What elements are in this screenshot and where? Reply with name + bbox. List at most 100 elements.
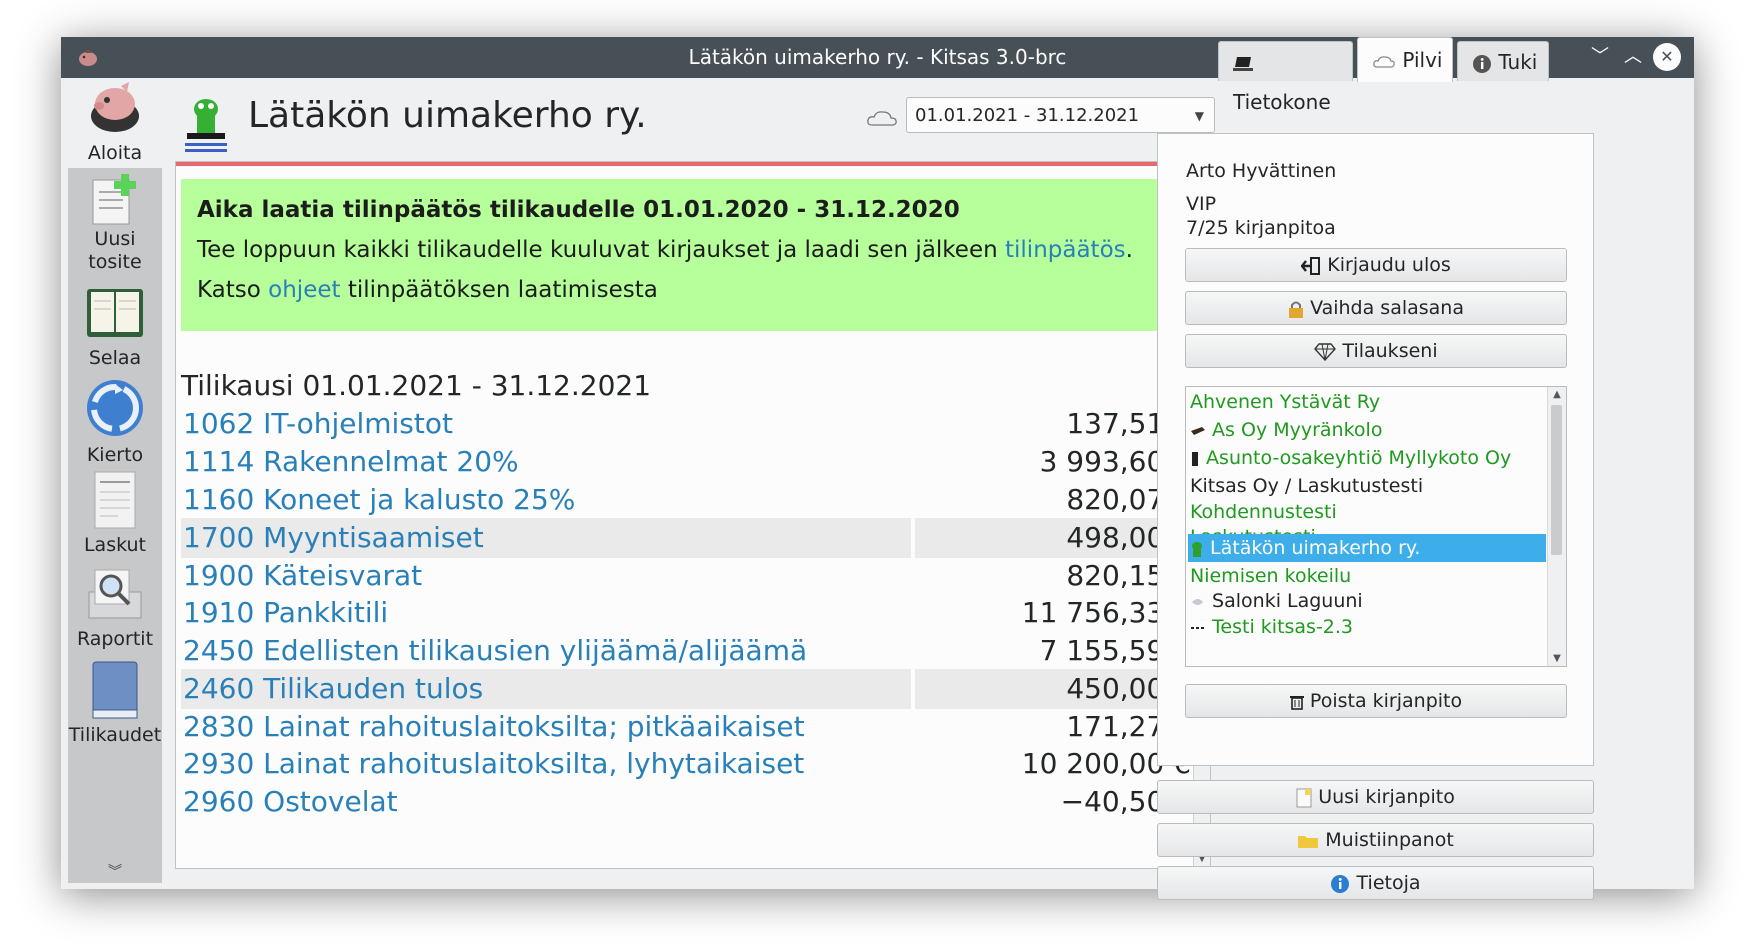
sidebar-more-icon[interactable]: ︾ bbox=[68, 861, 162, 881]
main-sidebar: Aloita Uusi tosite Selaa Kierto Laskut R… bbox=[68, 78, 162, 883]
fish-icon bbox=[1192, 598, 1203, 605]
notice-text: Tee loppuun kaikki tilikaudelle kuuluvat… bbox=[197, 237, 1005, 263]
sidebar-item-label: Aloita bbox=[87, 142, 143, 164]
subscriptions-button[interactable]: Tilaukseni bbox=[1185, 334, 1567, 368]
book-icon bbox=[1191, 426, 1205, 435]
tab-label: Pilvi bbox=[1402, 48, 1443, 72]
change-password-button[interactable]: Vaihda salasana bbox=[1185, 291, 1567, 325]
account-name[interactable]: 1900 Käteisvarat bbox=[181, 556, 911, 596]
list-item[interactable]: Salonki Laguuni bbox=[1188, 587, 1546, 615]
tab-pilvi[interactable]: Pilvi bbox=[1357, 37, 1453, 82]
scroll-down-icon[interactable]: ▼ bbox=[1548, 653, 1566, 664]
account-name[interactable]: 1062 IT-ohjelmistot bbox=[181, 404, 911, 444]
frog-icon bbox=[1192, 541, 1202, 557]
period-select[interactable]: 01.01.2021 - 31.12.2021 ▼ bbox=[906, 97, 1215, 133]
piggy-bank-icon bbox=[91, 82, 139, 132]
sidebar-item-label: Kierto bbox=[86, 444, 144, 466]
closing-link[interactable]: tilinpäätös bbox=[1005, 237, 1126, 263]
sidebar-item-uusi-tosite[interactable]: Uusi tosite bbox=[68, 172, 162, 282]
account-row[interactable]: 1062 IT-ohjelmistot 137,51 € bbox=[181, 404, 1195, 444]
chevron-down-icon: ▼ bbox=[1194, 109, 1204, 123]
book-icon bbox=[92, 661, 138, 719]
list-item[interactable]: Testi kitsas-2.3 bbox=[1188, 613, 1546, 641]
notes-label: Muistiinpanot bbox=[1325, 829, 1454, 851]
sidebar-item-laskut[interactable]: Laskut bbox=[68, 470, 162, 560]
account-row[interactable]: 2830 Lainat rahoituslaitoksilta; pitkäai… bbox=[181, 707, 1195, 747]
building-icon bbox=[1192, 451, 1198, 466]
sidebar-item-selaa[interactable]: Selaa bbox=[68, 285, 162, 373]
account-amount: 7 155,59 € bbox=[1039, 634, 1191, 667]
account-name[interactable]: 1910 Pankkitili bbox=[181, 593, 911, 633]
maximize-button[interactable]: ︿ bbox=[1619, 43, 1647, 71]
line-icon bbox=[1191, 626, 1205, 629]
book-name: Niemisen kokeilu bbox=[1190, 565, 1352, 587]
sidebar-item-raportit[interactable]: Raportit bbox=[68, 564, 162, 656]
account-row[interactable]: 2460 Tilikauden tulos 450,00 € bbox=[181, 669, 1195, 709]
book-name: Testi kitsas-2.3 bbox=[1212, 616, 1354, 638]
instructions-link[interactable]: ohjeet bbox=[268, 277, 340, 303]
app-window: Lätäkön uimakerho ry. - Kitsas 3.0-brc ﹀… bbox=[61, 37, 1694, 900]
minimize-button[interactable]: ﹀ bbox=[1586, 43, 1614, 71]
list-item[interactable]: Ahvenen Ystävät Ry bbox=[1188, 388, 1546, 416]
scroll-thumb[interactable] bbox=[1551, 405, 1562, 555]
account-name[interactable]: 2460 Tilikauden tulos bbox=[181, 669, 911, 709]
change-password-label: Vaihda salasana bbox=[1310, 297, 1464, 319]
scroll-up-icon[interactable]: ▲ bbox=[1548, 389, 1566, 400]
book-name: As Oy Myyränkolo bbox=[1212, 419, 1383, 441]
account-row[interactable]: 2450 Edellisten tilikausien ylijäämä/ali… bbox=[181, 631, 1195, 671]
account-row[interactable]: 1160 Koneet ja kalusto 25% 820,07 € bbox=[181, 480, 1195, 520]
user-name: Arto Hyvättinen bbox=[1186, 160, 1337, 182]
tab-tietokone[interactable]: Tietokone bbox=[1218, 41, 1353, 114]
sidebar-item-aloita[interactable]: Aloita bbox=[68, 78, 162, 168]
notice-text: Katso bbox=[197, 277, 269, 303]
account-amount: 820,07 € bbox=[1066, 483, 1191, 516]
period-heading: Tilikausi 01.01.2021 - 31.12.2021 bbox=[181, 369, 652, 402]
cloud-book-list[interactable]: Ahvenen Ystävät Ry As Oy Myyränkolo Asun… bbox=[1185, 386, 1567, 667]
notice-title: Aika laatia tilinpäätös tilikaudelle 01.… bbox=[197, 197, 960, 223]
logout-label: Kirjaudu ulos bbox=[1327, 254, 1451, 276]
organization-logo bbox=[185, 99, 227, 152]
account-row[interactable]: 2960 Ostovelat −40,50 € bbox=[181, 782, 1195, 822]
subscriptions-label: Tilaukseni bbox=[1342, 340, 1438, 362]
new-book-button[interactable]: Uusi kirjanpito bbox=[1157, 780, 1594, 814]
account-name[interactable]: 1114 Rakennelmat 20% bbox=[181, 442, 911, 482]
list-item[interactable]: Asunto-osakeyhtiö Myllykoto Oy bbox=[1188, 444, 1546, 472]
list-item-selected[interactable]: Lätäkön uimakerho ry. bbox=[1188, 534, 1546, 562]
account-name[interactable]: 2960 Ostovelat bbox=[181, 782, 911, 822]
account-name[interactable]: 2830 Lainat rahoituslaitoksilta; pitkäai… bbox=[181, 707, 911, 747]
account-name[interactable]: 2450 Edellisten tilikausien ylijäämä/ali… bbox=[181, 631, 911, 671]
account-name[interactable]: 1160 Koneet ja kalusto 25% bbox=[181, 480, 911, 520]
delete-book-button[interactable]: Poista kirjanpito bbox=[1185, 684, 1567, 718]
list-item[interactable]: Kitsas Oy / Laskutustesti bbox=[1188, 472, 1546, 500]
notes-button[interactable]: Muistiinpanot bbox=[1157, 823, 1594, 857]
account-row[interactable]: 1900 Käteisvarat 820,15 € bbox=[181, 556, 1195, 596]
list-item[interactable]: Niemisen kokeilu bbox=[1188, 562, 1546, 590]
close-button[interactable]: ✕ bbox=[1653, 43, 1681, 71]
sidebar-item-tilikaudet[interactable]: Tilikaudet bbox=[68, 660, 162, 752]
about-button[interactable]: Tietoja bbox=[1157, 866, 1594, 900]
usage-count: 7/25 kirjanpitoa bbox=[1186, 217, 1336, 239]
report-search-icon bbox=[88, 569, 142, 619]
sidebar-item-kierto[interactable]: Kierto bbox=[68, 378, 162, 466]
account-name[interactable]: 1700 Myyntisaamiset bbox=[181, 518, 911, 558]
account-row[interactable]: 1114 Rakennelmat 20% 3 993,60 € bbox=[181, 442, 1195, 482]
account-amount: 137,51 € bbox=[1066, 407, 1191, 440]
cloud-panel: Arto Hyvättinen VIP 7/25 kirjanpitoa Kir… bbox=[1157, 133, 1594, 766]
diamond-icon bbox=[1314, 342, 1337, 361]
account-name[interactable]: 2930 Lainat rahoituslaitoksilta, lyhytai… bbox=[181, 744, 911, 784]
notice-line-1: Tee loppuun kaikki tilikaudelle kuuluvat… bbox=[197, 237, 1133, 263]
tab-tuki[interactable]: Tuki bbox=[1457, 41, 1549, 81]
logout-button[interactable]: Kirjaudu ulos bbox=[1185, 248, 1567, 282]
book-list-scrollbar[interactable]: ▲ ▼ bbox=[1547, 387, 1566, 666]
account-row[interactable]: 1910 Pankkitili 11 756,33 € bbox=[181, 593, 1195, 633]
account-row[interactable]: 2930 Lainat rahoituslaitoksilta, lyhytai… bbox=[181, 744, 1195, 784]
new-book-label: Uusi kirjanpito bbox=[1318, 786, 1455, 808]
tab-label: Tuki bbox=[1498, 50, 1538, 74]
book-name: Lätäkön uimakerho ry. bbox=[1210, 537, 1421, 559]
account-row[interactable]: 1700 Myyntisaamiset 498,00 € bbox=[181, 518, 1195, 558]
list-item[interactable]: As Oy Myyränkolo bbox=[1188, 416, 1546, 444]
list-item[interactable]: Kohdennustesti bbox=[1188, 498, 1546, 526]
closing-notice: Aika laatia tilinpäätös tilikaudelle 01.… bbox=[181, 179, 1193, 331]
period-select-value: 01.01.2021 - 31.12.2021 bbox=[915, 105, 1140, 126]
alert-divider bbox=[176, 162, 1194, 166]
